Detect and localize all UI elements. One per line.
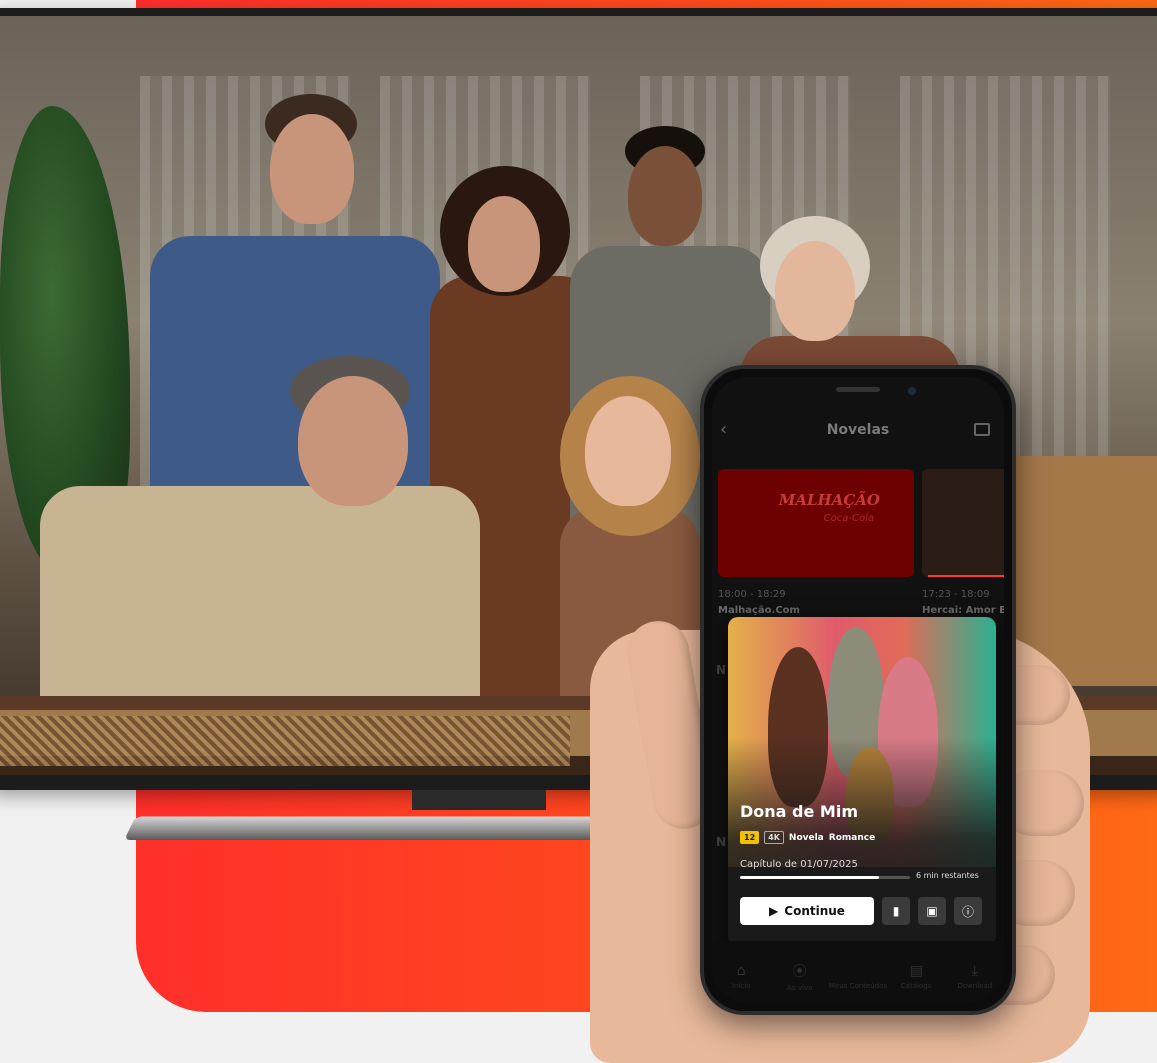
my-content-icon xyxy=(851,963,865,979)
episodes-button[interactable]: ▮ xyxy=(882,897,910,925)
episodes-icon: ▮ xyxy=(892,904,900,918)
nav-item-live[interactable]: ⦿ Ao vivo xyxy=(773,961,827,992)
desk-weave xyxy=(0,716,570,766)
watch-progress xyxy=(740,876,910,879)
cast-icon[interactable] xyxy=(974,423,990,436)
front-camera xyxy=(908,387,916,395)
live-icon: ⦿ xyxy=(792,963,807,980)
live-progress-bar xyxy=(928,575,1004,577)
nav-label: Ao vivo xyxy=(786,983,813,992)
quality-badge: 4K xyxy=(764,831,784,844)
genre-tag: Romance xyxy=(828,832,876,843)
save-button[interactable]: ▣ xyxy=(918,897,946,925)
nav-item-catalog[interactable]: ▤ Catálogo xyxy=(889,963,943,990)
tv-neck xyxy=(412,790,546,810)
nav-label: Download xyxy=(957,981,993,990)
catalog-icon: ▤ xyxy=(909,962,923,979)
download-icon: ⤓ xyxy=(971,962,978,979)
nav-item-download[interactable]: ⤓ Download xyxy=(948,963,1002,990)
play-icon: ▶ xyxy=(769,904,779,918)
phone-screen: ‹ Novelas MALHAÇÃO Coca-Cola 18:00 - 18:… xyxy=(712,377,1004,1003)
schedule-card[interactable]: MALHAÇÃO Coca-Cola xyxy=(718,469,914,577)
nav-label: Catálogo xyxy=(900,981,932,990)
show-logo: MALHAÇÃO xyxy=(778,491,880,509)
nav-label: Início xyxy=(731,981,751,990)
sponsor-logo: Coca-Cola xyxy=(823,513,874,524)
genre-tag: Novela xyxy=(788,832,824,843)
row-letter: N xyxy=(716,835,727,849)
watch-progress-fill xyxy=(740,876,880,879)
schedule-title[interactable]: Malhação.Com xyxy=(718,605,800,616)
page-title: Novelas xyxy=(826,422,890,438)
smartphone: ‹ Novelas MALHAÇÃO Coca-Cola 18:00 - 18:… xyxy=(700,365,1016,1015)
schedule-title[interactable]: Hercai: Amor E V xyxy=(922,605,1004,616)
bookmark-icon: ▣ xyxy=(926,904,938,918)
featured-title-modal: Dona de Mim 12 4K Novela Romance Capítul… xyxy=(728,617,996,945)
info-button[interactable]: ⓘ xyxy=(954,897,982,925)
age-rating-badge: 12 xyxy=(740,831,760,844)
featured-title: Dona de Mim xyxy=(740,802,858,821)
nav-item-home[interactable]: ⌂ Início xyxy=(714,963,768,990)
row-letter: N xyxy=(716,663,727,677)
tag-row: 12 4K Novela Romance xyxy=(740,831,875,844)
schedule-time: 18:00 - 18:29 xyxy=(718,589,786,600)
home-icon: ⌂ xyxy=(736,962,746,979)
episode-label: Capítulo de 01/07/2025 xyxy=(740,859,858,870)
continue-label: Continue xyxy=(784,904,845,918)
time-remaining: 6 min restantes xyxy=(916,871,979,880)
bottom-nav: ⌂ Início ⦿ Ao vivo Meus Conteúdos ▤ Catá… xyxy=(712,941,1004,1003)
info-icon: ⓘ xyxy=(961,904,974,919)
continue-button[interactable]: ▶ Continue xyxy=(740,897,874,925)
schedule-time: 17:23 - 18:09 xyxy=(922,589,990,600)
nav-item-my-content[interactable]: Meus Conteúdos xyxy=(828,963,888,990)
actor-figure xyxy=(40,356,480,716)
schedule-card[interactable] xyxy=(922,469,1004,577)
nav-label: Meus Conteúdos xyxy=(828,981,888,990)
speaker-notch xyxy=(836,387,880,392)
